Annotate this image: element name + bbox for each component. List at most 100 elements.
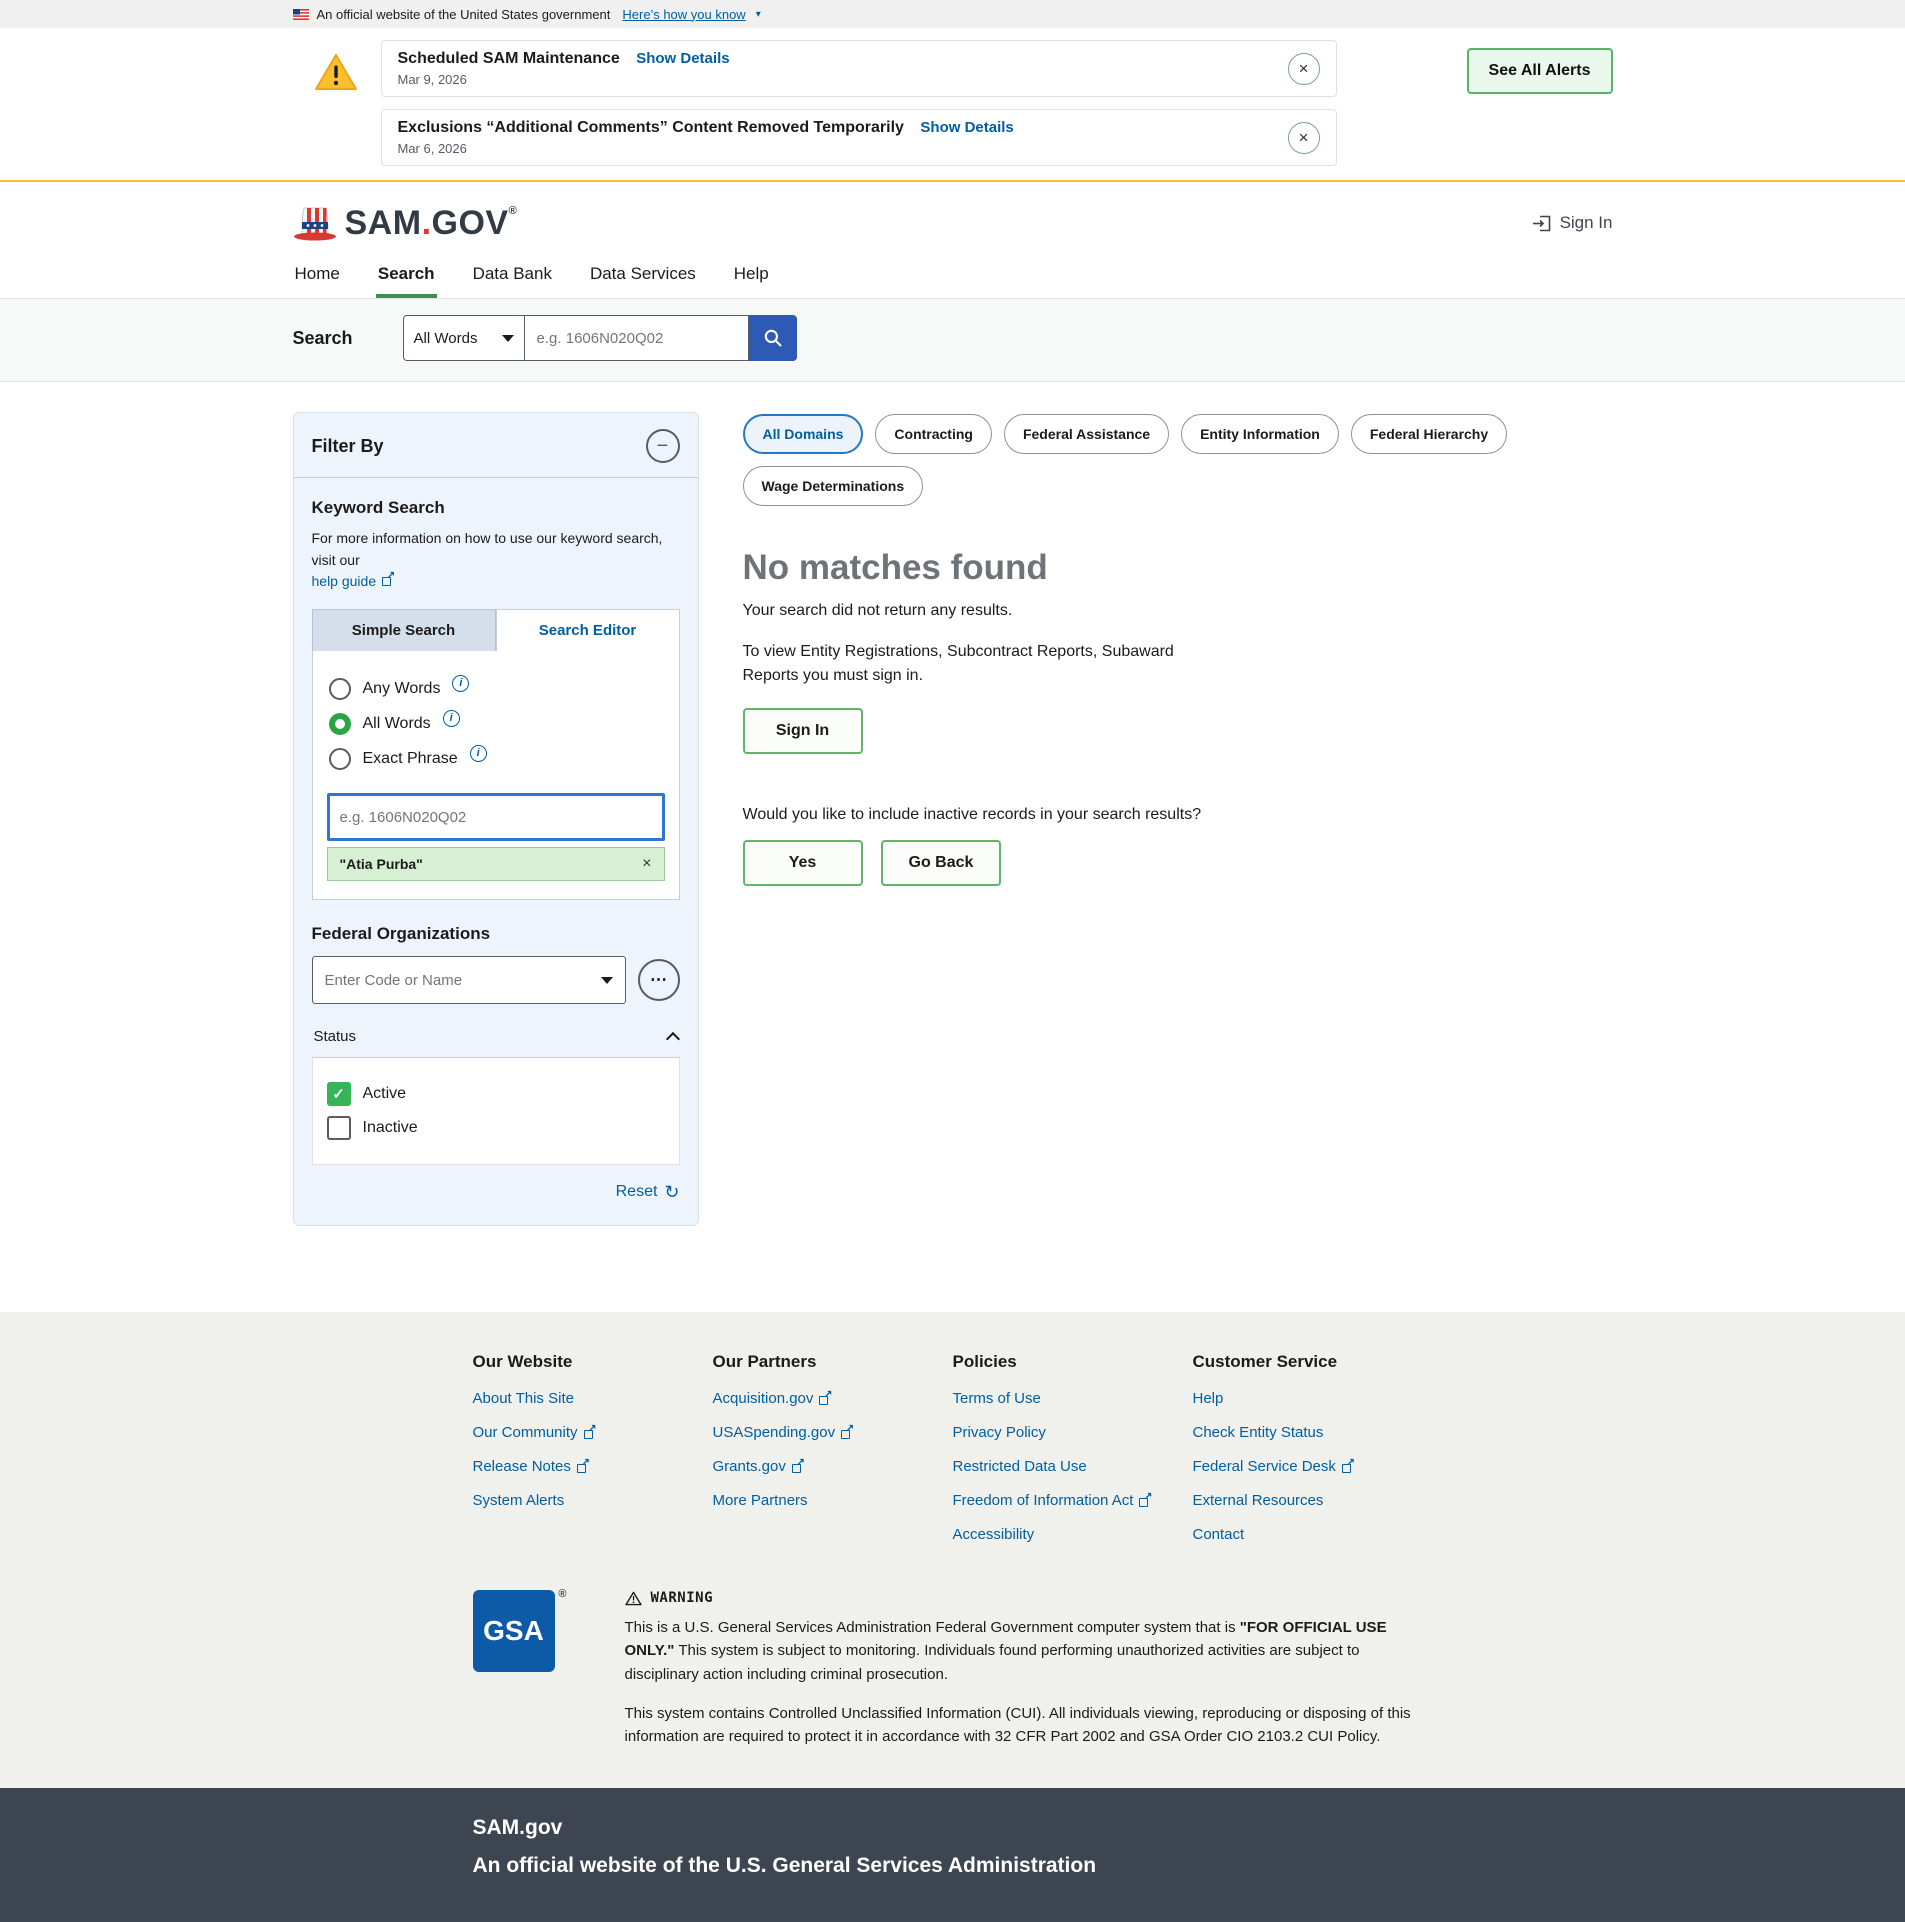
nav-home[interactable]: Home bbox=[293, 256, 342, 298]
filter-reset[interactable]: Reset ↻ bbox=[312, 1183, 680, 1201]
logo-dot: . bbox=[422, 204, 432, 242]
keyword-tabs: Simple Search Search Editor bbox=[312, 609, 680, 651]
info-icon[interactable]: i bbox=[452, 675, 469, 692]
filter-panel: Filter By − Keyword Search For more info… bbox=[293, 412, 699, 1226]
status-option-inactive[interactable]: Inactive bbox=[327, 1116, 665, 1140]
go-back-button[interactable]: Go Back bbox=[881, 840, 1002, 886]
footer-column-policies: Policies Terms of Use Privacy Policy Res… bbox=[953, 1352, 1193, 1560]
footer-link-about-this-site[interactable]: About This Site bbox=[473, 1390, 713, 1407]
info-icon[interactable]: i bbox=[443, 710, 460, 727]
pill-all-domains[interactable]: All Domains bbox=[743, 414, 864, 454]
footer-link-label: Release Notes bbox=[473, 1458, 571, 1475]
radio-any-words[interactable]: Any Words i bbox=[329, 678, 663, 700]
alert-close-button[interactable]: × bbox=[1288, 53, 1320, 85]
tab-search-editor[interactable]: Search Editor bbox=[496, 609, 680, 651]
alert-row: Scheduled SAM Maintenance Show Details M… bbox=[381, 40, 1337, 97]
yes-button[interactable]: Yes bbox=[743, 840, 863, 886]
external-link-icon: ↗ bbox=[841, 1427, 853, 1439]
federal-organizations-more-button[interactable]: ⋯ bbox=[638, 959, 680, 1001]
footer-link-privacy-policy[interactable]: Privacy Policy bbox=[953, 1424, 1193, 1441]
footer-link-federal-service-desk[interactable]: Federal Service Desk↗ bbox=[1193, 1458, 1433, 1475]
search-type-select[interactable]: All Words bbox=[403, 315, 525, 361]
pill-federal-hierarchy[interactable]: Federal Hierarchy bbox=[1351, 414, 1507, 454]
sam-gov-logo[interactable]: SAM.GOV® bbox=[293, 204, 518, 242]
checkbox-unchecked[interactable] bbox=[327, 1116, 351, 1140]
help-guide-label: help guide bbox=[312, 573, 377, 589]
footer-link-our-community[interactable]: Our Community↗ bbox=[473, 1424, 713, 1441]
sign-in-label: Sign In bbox=[1560, 213, 1613, 233]
radio-circle[interactable] bbox=[329, 678, 351, 700]
global-search-input[interactable] bbox=[525, 315, 749, 361]
footer-link-system-alerts[interactable]: System Alerts bbox=[473, 1492, 713, 1509]
status-title: Status bbox=[314, 1028, 357, 1045]
status-option-active[interactable]: ✓ Active bbox=[327, 1082, 665, 1106]
keyword-search-input[interactable] bbox=[327, 793, 665, 841]
alert-date: Mar 9, 2026 bbox=[398, 72, 1266, 87]
external-link-icon: ↗ bbox=[792, 1461, 804, 1473]
info-icon[interactable]: i bbox=[470, 745, 487, 762]
nav-data-bank[interactable]: Data Bank bbox=[471, 256, 554, 298]
footer-link-restricted-data-use[interactable]: Restricted Data Use bbox=[953, 1458, 1193, 1475]
keyword-card: Any Words i All Words i Exact Phrase i "… bbox=[312, 651, 680, 900]
gov-banner-how-link[interactable]: Here’s how you know bbox=[622, 7, 745, 22]
alert-close-button[interactable]: × bbox=[1288, 122, 1320, 154]
footer-link-contact[interactable]: Contact bbox=[1193, 1526, 1433, 1543]
federal-organizations-title: Federal Organizations bbox=[312, 924, 680, 944]
warning-text: This is a U.S. General Services Administ… bbox=[625, 1619, 1240, 1636]
tab-simple-search[interactable]: Simple Search bbox=[312, 609, 496, 651]
keyword-help-body: For more information on how to use our k… bbox=[312, 530, 663, 568]
chip-remove-icon[interactable]: × bbox=[642, 855, 651, 873]
radio-circle[interactable] bbox=[329, 748, 351, 770]
system-warning: WARNING This is a U.S. General Services … bbox=[625, 1590, 1415, 1748]
footer-link-check-entity-status[interactable]: Check Entity Status bbox=[1193, 1424, 1433, 1441]
footer-column-title: Our Website bbox=[473, 1352, 713, 1372]
footer-link-label: Acquisition.gov bbox=[713, 1390, 814, 1407]
alert-show-details-link[interactable]: Show Details bbox=[636, 50, 729, 67]
see-all-alerts-button[interactable]: See All Alerts bbox=[1467, 48, 1613, 94]
footer-link-help[interactable]: Help bbox=[1193, 1390, 1433, 1407]
nav-search[interactable]: Search bbox=[376, 256, 437, 298]
divider bbox=[294, 477, 698, 478]
warning-outline-icon bbox=[625, 1591, 642, 1606]
footer-link-external-resources[interactable]: External Resources bbox=[1193, 1492, 1433, 1509]
pill-contracting[interactable]: Contracting bbox=[875, 414, 992, 454]
footer-link-more-partners[interactable]: More Partners bbox=[713, 1492, 953, 1509]
footer-link-terms-of-use[interactable]: Terms of Use bbox=[953, 1390, 1193, 1407]
footer-link-label: Freedom of Information Act bbox=[953, 1492, 1134, 1509]
filter-collapse-button[interactable]: − bbox=[646, 429, 680, 463]
search-submit-button[interactable] bbox=[749, 315, 797, 361]
radio-exact-phrase[interactable]: Exact Phrase i bbox=[329, 748, 663, 770]
main-nav: Home Search Data Bank Data Services Help bbox=[293, 256, 1613, 298]
footer-link-usaspending-gov[interactable]: USASpending.gov↗ bbox=[713, 1424, 953, 1441]
sign-in-button[interactable]: Sign In bbox=[743, 708, 863, 754]
pill-entity-information[interactable]: Entity Information bbox=[1181, 414, 1339, 454]
footer: Our Website About This Site Our Communit… bbox=[0, 1312, 1905, 1788]
checkbox-checked[interactable]: ✓ bbox=[327, 1082, 351, 1106]
header-sign-in-link[interactable]: Sign In bbox=[1532, 213, 1613, 233]
radio-circle-selected[interactable] bbox=[329, 713, 351, 735]
footer-link-accessibility[interactable]: Accessibility bbox=[953, 1526, 1193, 1543]
footer-link-foia[interactable]: Freedom of Information Act↗ bbox=[953, 1492, 1193, 1509]
logo-registered-mark: ® bbox=[509, 205, 518, 217]
help-guide-link[interactable]: help guide ↗ bbox=[312, 573, 395, 589]
radio-all-words[interactable]: All Words i bbox=[329, 713, 663, 735]
federal-organizations-select[interactable]: Enter Code or Name bbox=[312, 956, 626, 1004]
pill-federal-assistance[interactable]: Federal Assistance bbox=[1004, 414, 1169, 454]
alert-show-details-link[interactable]: Show Details bbox=[920, 119, 1013, 136]
status-section-toggle[interactable]: Status bbox=[312, 1024, 680, 1058]
footer-column-title: Policies bbox=[953, 1352, 1193, 1372]
pill-wage-determinations[interactable]: Wage Determinations bbox=[743, 466, 924, 506]
nav-help[interactable]: Help bbox=[732, 256, 771, 298]
alert-row: Exclusions “Additional Comments” Content… bbox=[381, 109, 1337, 166]
nav-data-services[interactable]: Data Services bbox=[588, 256, 698, 298]
external-link-icon: ↗ bbox=[382, 574, 394, 586]
radio-label: Any Words bbox=[363, 680, 441, 698]
footer-column-our-website: Our Website About This Site Our Communit… bbox=[473, 1352, 713, 1560]
footer-link-acquisition-gov[interactable]: Acquisition.gov↗ bbox=[713, 1390, 953, 1407]
logo-text: SAM.GOV® bbox=[345, 206, 518, 240]
footer-link-grants-gov[interactable]: Grants.gov↗ bbox=[713, 1458, 953, 1475]
alerts-section: Scheduled SAM Maintenance Show Details M… bbox=[0, 28, 1905, 182]
alert-title: Scheduled SAM Maintenance bbox=[398, 50, 620, 67]
no-matches-heading: No matches found bbox=[743, 548, 1613, 588]
footer-link-release-notes[interactable]: Release Notes↗ bbox=[473, 1458, 713, 1475]
